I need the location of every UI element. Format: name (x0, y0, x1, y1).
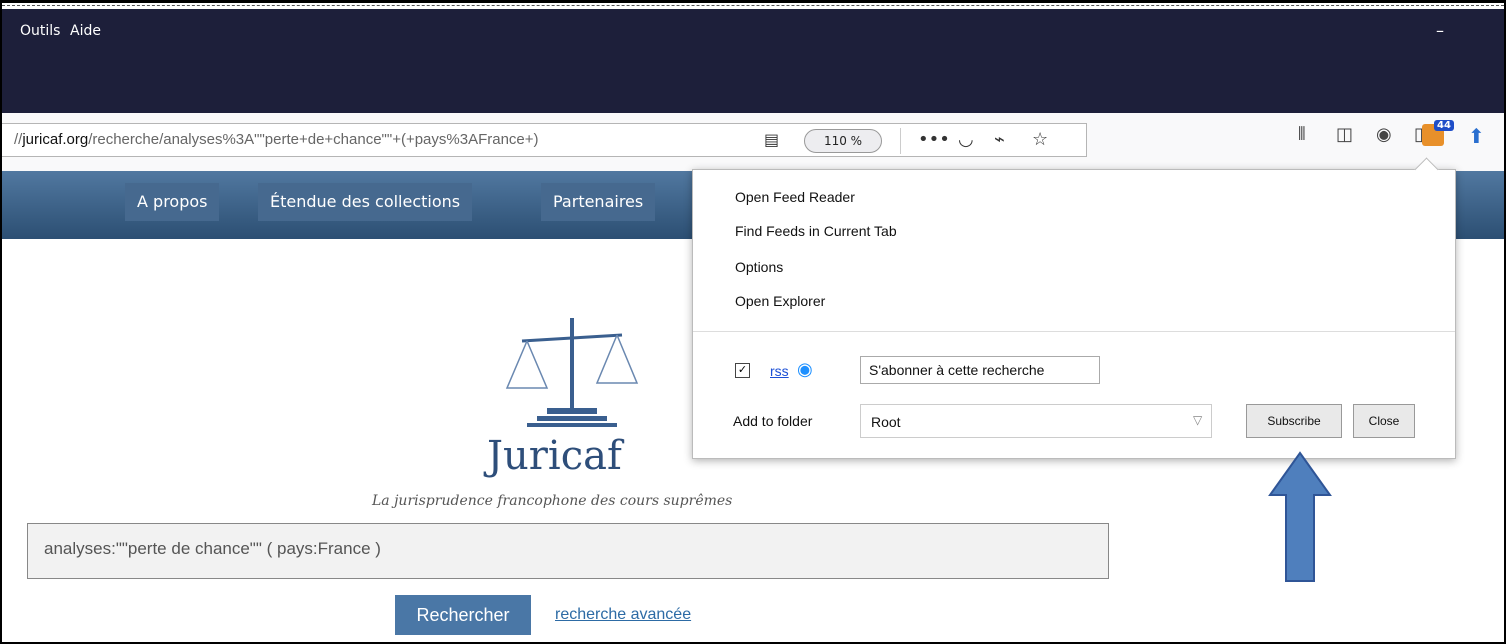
extension-arrow-icon[interactable]: ⬆ (1468, 124, 1485, 148)
close-button[interactable]: Close (1353, 404, 1415, 438)
search-button[interactable]: Rechercher (395, 595, 531, 635)
bookmark-star-icon[interactable]: ☆ (1032, 129, 1048, 150)
popup-divider (693, 331, 1455, 332)
library-icon[interactable]: ⫴ (1298, 124, 1306, 145)
browser-toolbar: //juricaf.org/recherche/analyses%3A""per… (2, 113, 1504, 172)
folder-select[interactable]: Root (860, 404, 1212, 438)
brand-tagline: La jurisprudence francophone des cours s… (372, 493, 733, 509)
brand-name: Juricaf (487, 433, 622, 479)
zoom-level[interactable]: 110 % (804, 129, 882, 153)
menu-open-explorer[interactable]: Open Explorer (735, 293, 825, 309)
feed-link[interactable]: rss (770, 363, 789, 379)
nav-partenaires[interactable]: Partenaires (541, 183, 656, 221)
folder-label: Add to folder (733, 413, 813, 429)
reader-view-icon[interactable]: ▤ (764, 130, 782, 149)
menu-outils[interactable]: Outils (20, 23, 60, 39)
url-domain: juricaf.org (22, 131, 89, 148)
feed-count-badge: 44 (1434, 120, 1454, 131)
minimize-button[interactable]: – (1436, 21, 1444, 40)
menu-bar: Outils Aide – (2, 9, 1504, 113)
url-bar[interactable]: //juricaf.org/recherche/analyses%3A""per… (2, 123, 1087, 157)
toolbar-divider (900, 128, 901, 154)
more-actions-icon[interactable]: ••• (918, 129, 950, 150)
up-arrow-annotation (1268, 451, 1332, 582)
preview-eye-icon[interactable]: ◉ (797, 359, 813, 380)
advanced-search-link[interactable]: recherche avancée (555, 606, 691, 624)
account-icon[interactable]: ◉ (1376, 124, 1392, 145)
nav-a-propos[interactable]: A propos (125, 183, 220, 221)
url-path: /recherche/analyses%3A""perte+de+chance"… (88, 131, 539, 148)
menu-open-feed-reader[interactable]: Open Feed Reader (735, 189, 855, 205)
menu-options[interactable]: Options (735, 259, 783, 275)
chevron-down-icon: ▽ (1193, 413, 1203, 427)
pocket-icon[interactable]: ◡ (958, 129, 974, 150)
subscribe-button[interactable]: Subscribe (1246, 404, 1342, 438)
url-text: //juricaf.org/recherche/analyses%3A""per… (14, 131, 774, 148)
nav-collections[interactable]: Étendue des collections (258, 183, 473, 221)
scales-logo-icon (505, 318, 639, 427)
feed-title-field[interactable]: S'abonner à cette recherche (860, 356, 1100, 384)
feed-checkbox[interactable]: ✓ (735, 363, 750, 378)
feed-popup: Open Feed Reader Find Feeds in Current T… (692, 157, 1456, 459)
sidebar-icon[interactable]: ◫ (1336, 124, 1353, 145)
menu-aide[interactable]: Aide (70, 23, 101, 39)
menu-find-feeds[interactable]: Find Feeds in Current Tab (735, 223, 897, 239)
search-input[interactable]: analyses:""perte de chance"" ( pays:Fran… (27, 523, 1109, 579)
rss-feed-icon[interactable]: ⌁ (994, 129, 1005, 150)
window-frame: Outils Aide – //juricaf.org/recherche/an… (0, 0, 1506, 644)
